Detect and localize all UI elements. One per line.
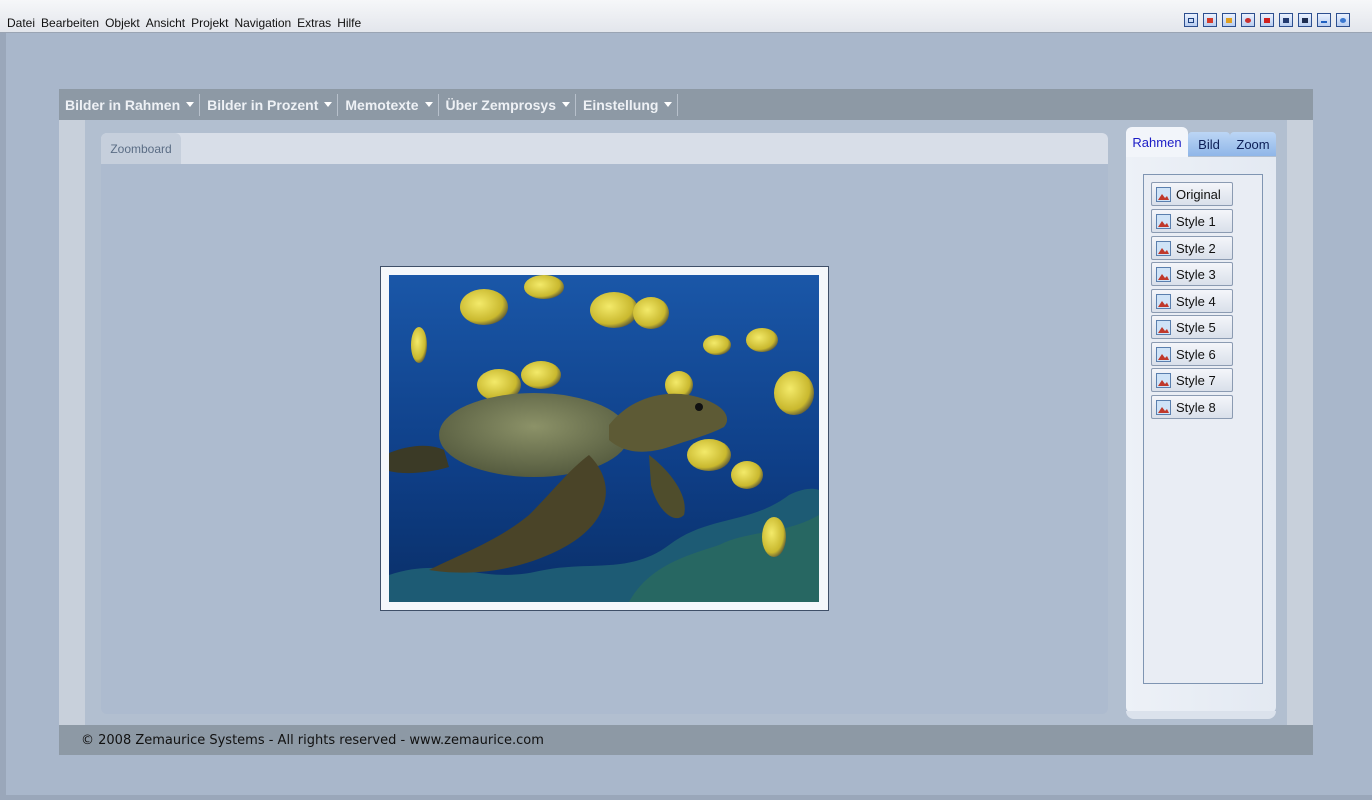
chevron-down-icon bbox=[562, 102, 570, 107]
tab-zoomboard[interactable]: Zoomboard bbox=[101, 133, 181, 164]
main-panel: Bilder in Rahmen Bilder in Prozent Memot… bbox=[59, 89, 1313, 755]
style-label: Style 2 bbox=[1176, 240, 1216, 256]
style-button-2[interactable]: Style 2 bbox=[1151, 236, 1233, 260]
menu-navigation[interactable]: Navigation bbox=[234, 16, 291, 30]
nav-bilder-in-rahmen[interactable]: Bilder in Rahmen bbox=[64, 93, 201, 116]
style-button-3[interactable]: Style 3 bbox=[1151, 262, 1233, 286]
nav-label: Bilder in Rahmen bbox=[65, 96, 181, 113]
picture-icon bbox=[1156, 213, 1171, 229]
menu-extras[interactable]: Extras bbox=[297, 16, 331, 30]
window-bottom-edge bbox=[0, 795, 1372, 800]
style-label: Style 1 bbox=[1176, 213, 1216, 229]
picture-icon bbox=[1156, 186, 1171, 202]
style-label: Style 6 bbox=[1176, 346, 1216, 362]
film-icon[interactable] bbox=[1298, 13, 1312, 27]
sea-turtle-image bbox=[389, 275, 819, 602]
help-icon[interactable] bbox=[1336, 13, 1350, 27]
style-button-8[interactable]: Style 8 bbox=[1151, 395, 1233, 419]
tab-bild[interactable]: Bild bbox=[1188, 132, 1230, 156]
side-panel-body: Original Style 1 Style 2 Style 3 Style 4 bbox=[1126, 157, 1276, 713]
mail-icon[interactable] bbox=[1222, 13, 1236, 27]
photo-frame bbox=[380, 266, 829, 611]
chart-icon[interactable] bbox=[1203, 13, 1217, 27]
style-label: Style 7 bbox=[1176, 372, 1216, 388]
window-left-edge bbox=[0, 33, 6, 800]
style-list: Original Style 1 Style 2 Style 3 Style 4 bbox=[1143, 174, 1263, 684]
menu-bearbeiten[interactable]: Bearbeiten bbox=[41, 16, 99, 30]
sea-turtle-photo[interactable] bbox=[389, 275, 819, 602]
tab-rahmen[interactable]: Rahmen bbox=[1126, 127, 1188, 157]
style-label: Style 8 bbox=[1176, 399, 1216, 415]
check-icon[interactable] bbox=[1317, 13, 1331, 27]
menu-list: Datei Bearbeiten Objekt Ansicht Projekt … bbox=[0, 0, 367, 30]
style-label: Style 3 bbox=[1176, 266, 1216, 282]
nav-label: Über Zemprosys bbox=[445, 96, 556, 113]
style-button-7[interactable]: Style 7 bbox=[1151, 368, 1233, 392]
flag-icon[interactable] bbox=[1260, 13, 1274, 27]
picture-icon bbox=[1156, 319, 1171, 335]
chevron-down-icon bbox=[424, 102, 433, 107]
style-button-4[interactable]: Style 4 bbox=[1151, 289, 1233, 313]
copyright-text: © 2008 Zemaurice Systems - All rights re… bbox=[81, 732, 544, 748]
nav-label: Einstellung bbox=[583, 96, 659, 113]
menu-projekt[interactable]: Projekt bbox=[191, 16, 228, 30]
footer: © 2008 Zemaurice Systems - All rights re… bbox=[59, 725, 1313, 755]
menubar: Datei Bearbeiten Objekt Ansicht Projekt … bbox=[0, 0, 1372, 33]
toolbar-icons bbox=[1184, 13, 1350, 27]
picture-icon bbox=[1156, 266, 1171, 282]
nav-bilder-in-prozent[interactable]: Bilder in Prozent bbox=[206, 93, 339, 116]
chevron-down-icon bbox=[664, 102, 673, 107]
picture-icon bbox=[1156, 372, 1171, 388]
picture-icon bbox=[1156, 293, 1171, 309]
picture-icon bbox=[1156, 399, 1171, 415]
menu-hilfe[interactable]: Hilfe bbox=[337, 16, 361, 30]
nav-einstellung[interactable]: Einstellung bbox=[582, 93, 679, 116]
style-label: Original bbox=[1176, 186, 1221, 202]
chevron-down-icon bbox=[186, 102, 195, 107]
side-tabs: Zoom Bild Rahmen bbox=[1126, 127, 1276, 159]
picture-icon bbox=[1156, 346, 1171, 362]
nav-memotexte[interactable]: Memotexte bbox=[344, 93, 439, 116]
side-panel-bottom bbox=[1126, 711, 1276, 719]
menu-ansicht[interactable]: Ansicht bbox=[146, 16, 185, 30]
zoomboard-panel: Zoomboard bbox=[101, 133, 1108, 714]
chevron-down-icon bbox=[324, 102, 333, 107]
tab-zoom[interactable]: Zoom bbox=[1230, 132, 1276, 156]
style-button-6[interactable]: Style 6 bbox=[1151, 342, 1233, 366]
menu-datei[interactable]: Datei bbox=[7, 16, 35, 30]
style-button-5[interactable]: Style 5 bbox=[1151, 315, 1233, 339]
users-icon[interactable] bbox=[1279, 13, 1293, 27]
side-panel: Zoom Bild Rahmen Original Style 1 Style … bbox=[1126, 127, 1276, 719]
style-label: Style 5 bbox=[1176, 319, 1216, 335]
style-button-1[interactable]: Style 1 bbox=[1151, 209, 1233, 233]
zoomboard-tabbar: Zoomboard bbox=[101, 133, 1108, 164]
nav-label: Memotexte bbox=[345, 96, 419, 113]
nav-ueber-zemprosys[interactable]: Über Zemprosys bbox=[445, 93, 576, 116]
gear-icon[interactable] bbox=[1241, 13, 1255, 27]
style-button-original[interactable]: Original bbox=[1151, 182, 1233, 206]
picture-icon bbox=[1156, 240, 1171, 256]
style-label: Style 4 bbox=[1176, 293, 1216, 309]
window-icon[interactable] bbox=[1184, 13, 1198, 27]
top-navbar: Bilder in Rahmen Bilder in Prozent Memot… bbox=[59, 89, 1313, 120]
nav-label: Bilder in Prozent bbox=[207, 96, 319, 113]
menu-objekt[interactable]: Objekt bbox=[105, 16, 140, 30]
